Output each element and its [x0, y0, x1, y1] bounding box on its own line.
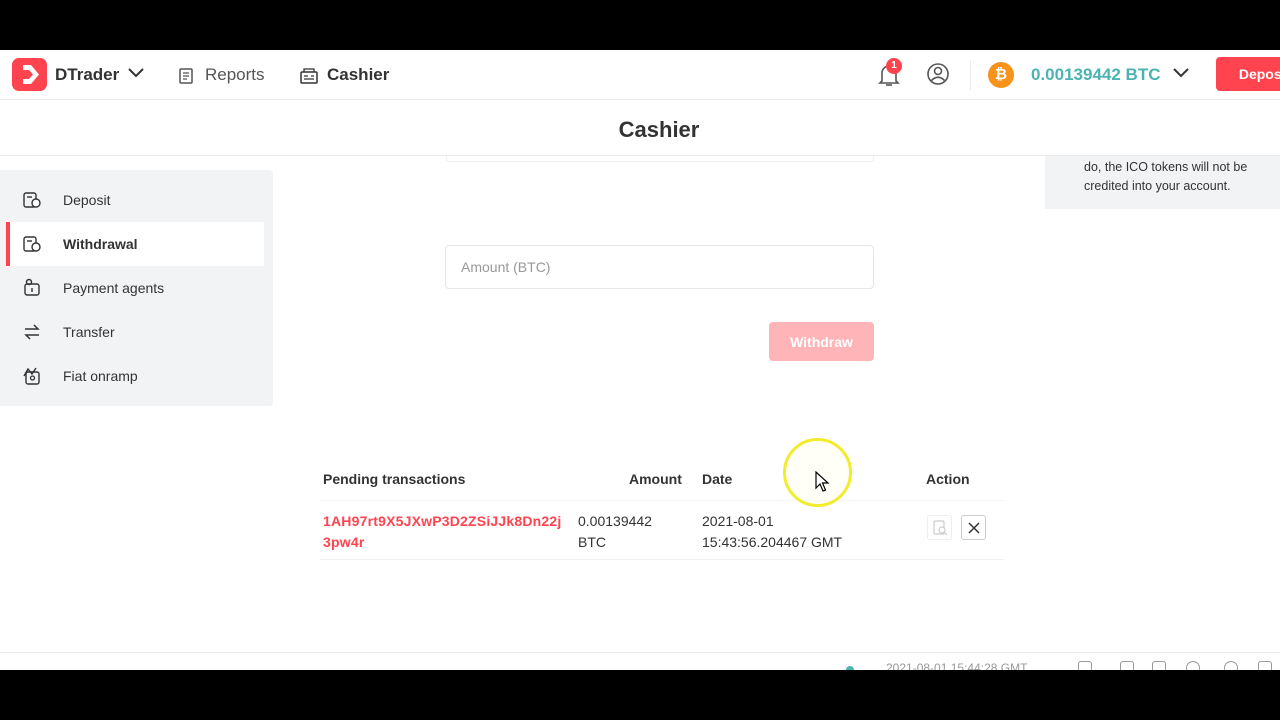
footer-help-icon[interactable] [1186, 661, 1200, 670]
app-window: DTrader Reports Cashier 1 ₿ 0.00139442 B… [0, 50, 1280, 670]
table-header-divider [320, 500, 1004, 501]
deriv-logo[interactable] [12, 58, 47, 91]
footer-reports-icon[interactable] [1078, 661, 1092, 670]
footer-positions-icon[interactable] [1120, 661, 1134, 670]
column-header-pending: Pending transactions [323, 471, 466, 487]
sidebar-item-label: Deposit [63, 192, 111, 208]
connection-status-icon [846, 666, 854, 670]
wallet-withdraw-icon [23, 236, 41, 252]
footer-settings-icon[interactable] [1258, 661, 1272, 670]
nav-reports[interactable]: Reports [178, 65, 278, 87]
logo-icon [23, 65, 39, 84]
footer-shield-icon[interactable] [1152, 661, 1166, 670]
view-transaction-button[interactable] [927, 515, 952, 540]
column-header-date: Date [702, 471, 733, 487]
nav-cashier-label: Cashier [327, 65, 390, 84]
sidebar-item-transfer[interactable]: Transfer [8, 310, 264, 354]
account-balance[interactable]: 0.00139442 BTC [1031, 65, 1160, 85]
transaction-address: 1AH97rt9X5JXwP3D2ZSiJJk8Dn22j3pw4r [323, 513, 562, 550]
close-icon [968, 522, 980, 534]
payment-agent-icon [24, 278, 40, 296]
withdraw-button[interactable]: Withdraw [769, 322, 874, 361]
cashier-icon [300, 68, 318, 84]
sidebar-item-label: Withdrawal [63, 236, 138, 252]
footer-question-icon[interactable] [1224, 661, 1238, 670]
status-footer: 2021-08-01 15:44:28 GMT [0, 652, 1280, 670]
table-row-divider [320, 559, 1004, 560]
page-title-bar: Cashier [0, 101, 1280, 156]
reports-icon [179, 68, 193, 84]
cashier-sidebar: Deposit Withdrawal Payment agents Transf… [0, 170, 273, 406]
sidebar-item-label: Transfer [63, 324, 115, 340]
address-field[interactable] [446, 156, 874, 162]
wallet-deposit-icon [23, 192, 41, 208]
column-header-amount: Amount [629, 471, 682, 487]
fiat-onramp-icon [23, 367, 40, 385]
transaction-date: 2021-08-01 15:43:56.204467 GMT [702, 513, 843, 550]
sidebar-item-fiat-onramp[interactable]: Fiat onramp [8, 354, 264, 398]
cancel-transaction-button[interactable] [961, 515, 986, 540]
chevron-down-icon[interactable] [1173, 68, 1189, 78]
bitcoin-icon: ₿ [988, 62, 1014, 88]
sidebar-item-payment-agents[interactable]: Payment agents [8, 266, 264, 310]
column-header-action: Action [926, 471, 970, 487]
info-notice-text: do, the ICO tokens will not be credited … [1084, 160, 1248, 193]
sidebar-item-deposit[interactable]: Deposit [8, 178, 264, 222]
document-search-icon [933, 520, 948, 536]
deposit-button[interactable]: Deposit [1216, 57, 1280, 91]
transaction-amount: 0.00139442 BTC [578, 513, 652, 550]
sidebar-item-withdrawal[interactable]: Withdrawal [6, 222, 264, 266]
notification-badge: 1 [886, 58, 902, 74]
platform-switcher-label[interactable]: DTrader [55, 65, 119, 85]
transfer-icon [24, 324, 40, 340]
top-header: DTrader Reports Cashier 1 ₿ 0.00139442 B… [0, 50, 1280, 100]
sidebar-item-label: Payment agents [63, 280, 165, 296]
footer-toolbar [1078, 661, 1278, 670]
header-divider [970, 60, 971, 90]
chevron-down-icon[interactable] [128, 68, 144, 78]
nav-cashier[interactable]: Cashier [300, 65, 400, 87]
mouse-cursor-icon [815, 471, 830, 492]
info-notice: do, the ICO tokens will not be credited … [1045, 156, 1280, 209]
nav-reports-label: Reports [205, 65, 265, 84]
amount-input[interactable] [445, 245, 874, 289]
page-title: Cashier [618, 117, 700, 142]
account-icon[interactable] [926, 62, 950, 86]
server-time: 2021-08-01 15:44:28 GMT [886, 661, 1028, 670]
sidebar-item-label: Fiat onramp [63, 368, 138, 384]
